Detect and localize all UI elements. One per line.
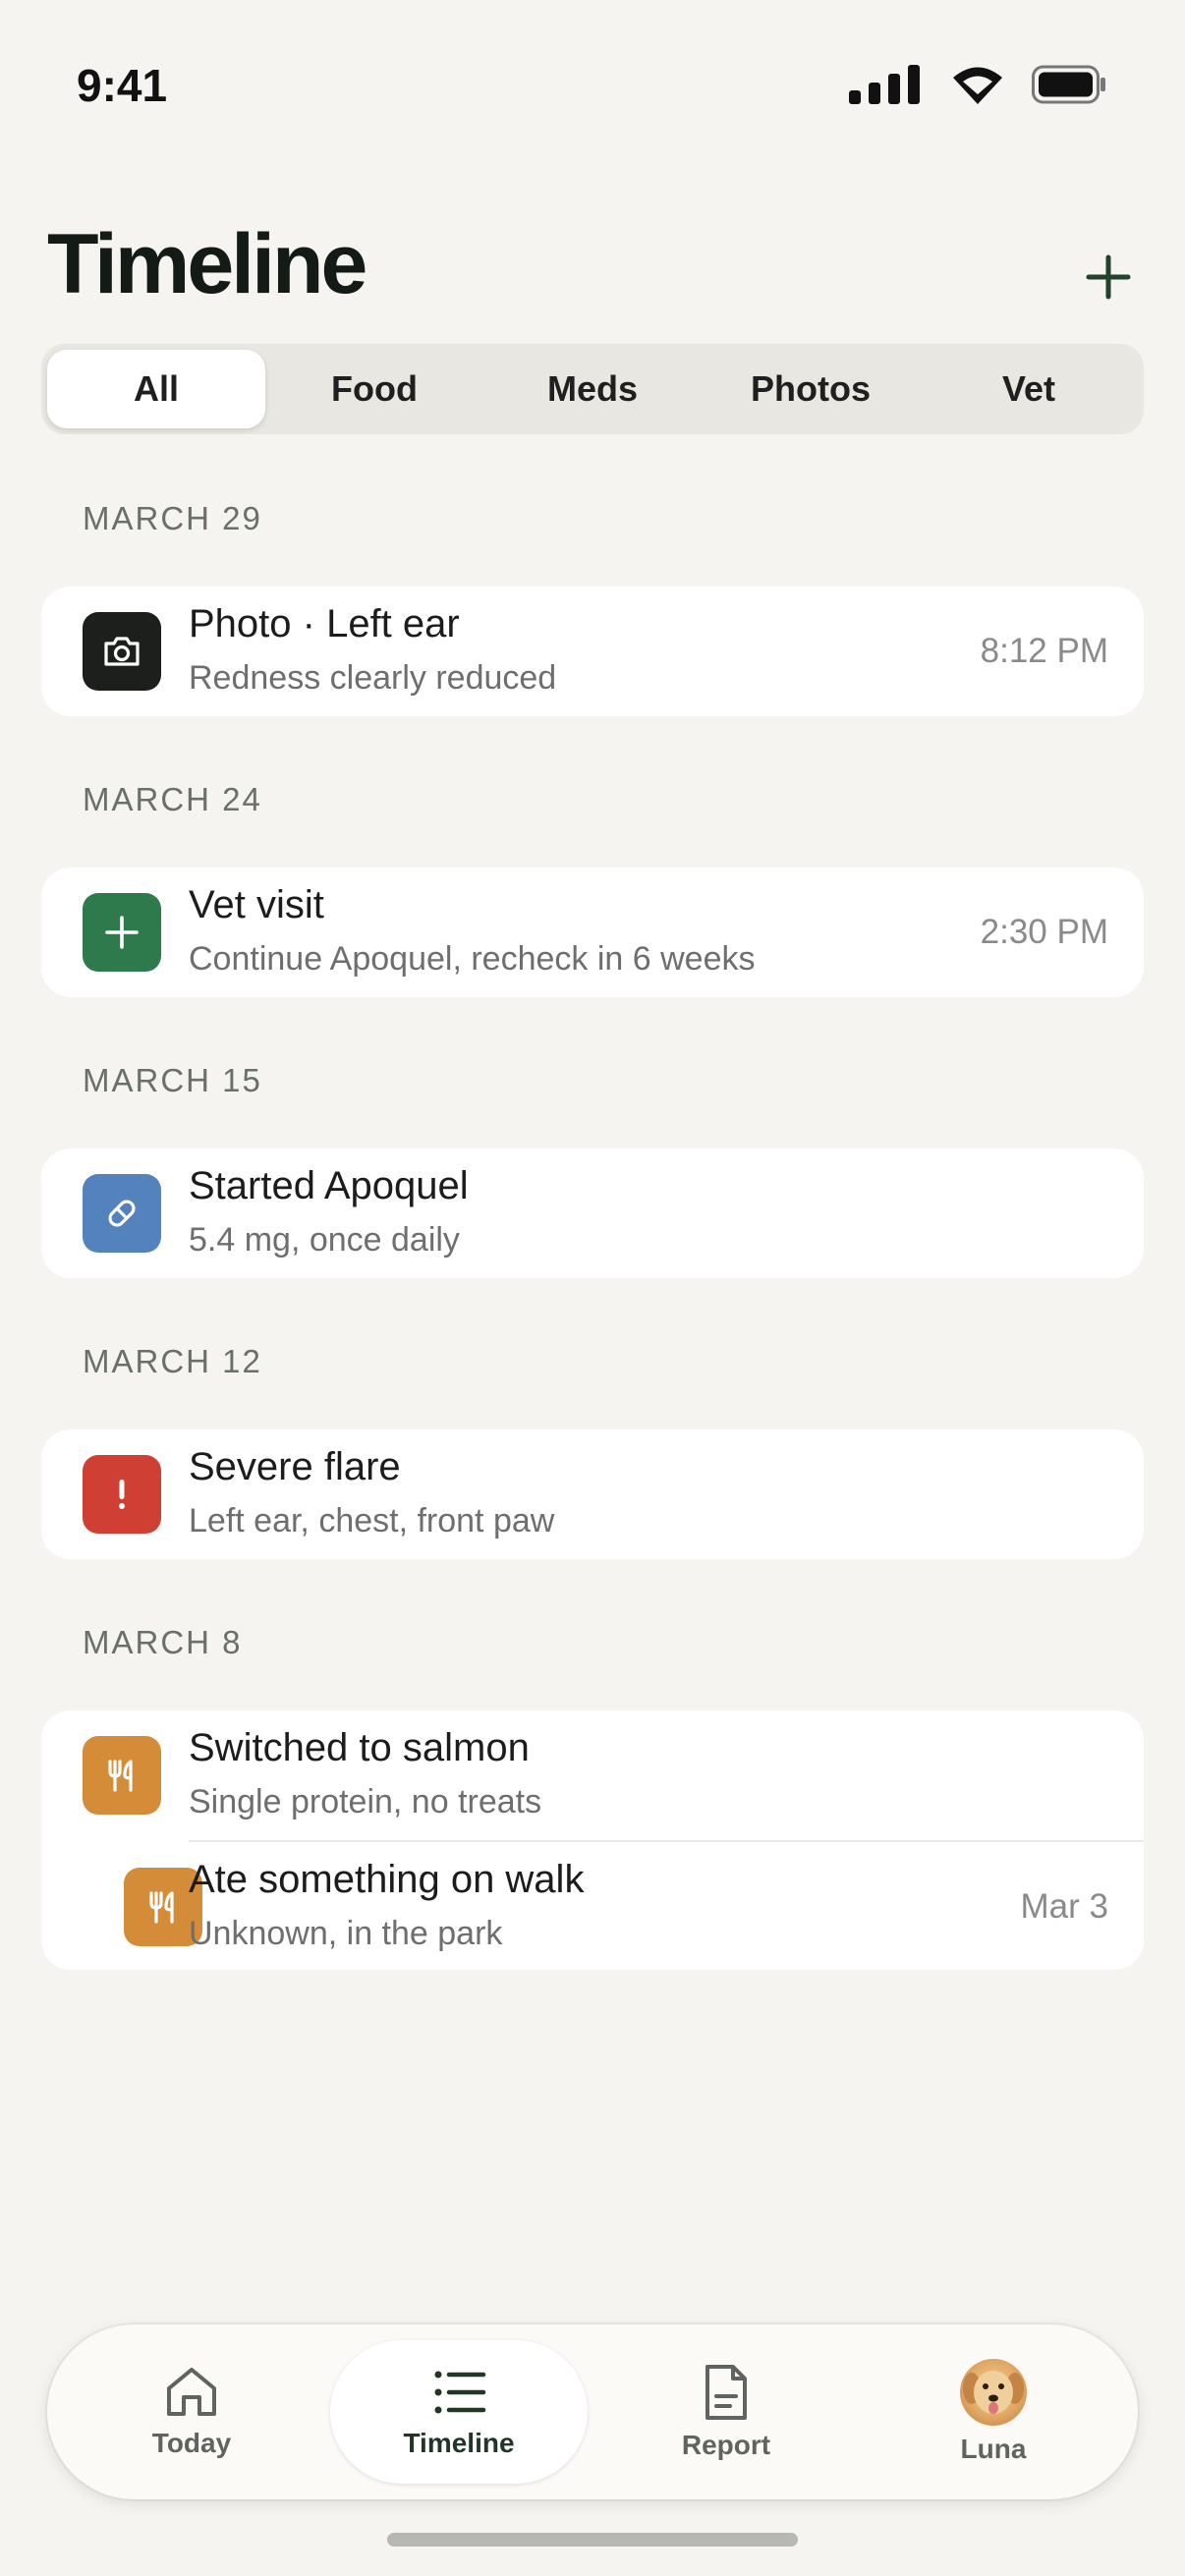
timeline-entry[interactable]: Photo · Left ear Redness clearly reduced… <box>41 587 1144 716</box>
alert-icon <box>119 1480 125 1509</box>
timeline-card: Severe flare Left ear, chest, front paw <box>41 1429 1144 1559</box>
tab-bar: Today Timeline Report Luna <box>47 2324 1138 2499</box>
fork-knife-icon <box>108 1760 133 1792</box>
tab-today[interactable]: Today <box>63 2324 320 2499</box>
entry-subtitle: 5.4 mg, once daily <box>189 1221 460 1259</box>
home-indicator <box>387 2533 798 2547</box>
filter-photos[interactable]: Photos <box>702 350 920 428</box>
pill-icon <box>108 1200 136 1227</box>
entry-time: 2:30 PM <box>980 913 1108 951</box>
entry-subtitle: Redness clearly reduced <box>189 659 557 697</box>
entry-title: Ate something on walk <box>189 1858 585 1901</box>
filter-food[interactable]: Food <box>265 350 483 428</box>
home-icon <box>167 2368 216 2416</box>
filter-meds[interactable]: Meds <box>483 350 702 428</box>
entry-subtitle: Left ear, chest, front paw <box>189 1502 555 1540</box>
timeline-entry[interactable]: Ate something on walk Unknown, in the pa… <box>124 1840 1144 1970</box>
tab-label: Today <box>151 2428 232 2458</box>
avatar <box>960 2359 1027 2426</box>
entry-title: Vet visit <box>189 883 324 926</box>
document-icon <box>705 2365 747 2420</box>
entry-subtitle: Unknown, in the park <box>189 1915 503 1952</box>
dog-face-icon <box>963 2371 1024 2414</box>
tab-label: Luna <box>960 2434 1027 2464</box>
timeline-entry[interactable]: Started Apoquel 5.4 mg, once daily <box>41 1148 1144 1278</box>
entry-title: Photo · Left ear <box>189 602 460 645</box>
entry-title: Started Apoquel <box>189 1164 469 1207</box>
filter-all[interactable]: All <box>47 350 265 428</box>
timeline-entry[interactable]: Vet visit Continue Apoquel, recheck in 6… <box>41 868 1144 997</box>
status-bar: 9:41 <box>0 0 1185 177</box>
signal-icon <box>849 65 920 104</box>
entry-icon-box <box>83 612 161 691</box>
section-date: MARCH 24 <box>83 781 262 817</box>
battery-icon <box>1032 65 1105 104</box>
entry-icon-box <box>83 893 161 972</box>
section-date: MARCH 15 <box>83 1062 262 1098</box>
entry-icon-box <box>83 1455 161 1534</box>
add-entry-button[interactable] <box>1079 248 1138 307</box>
entry-time: 8:12 PM <box>980 632 1108 670</box>
header: Timeline <box>47 216 1138 324</box>
tab-report[interactable]: Report <box>597 2324 855 2499</box>
entry-title: Switched to salmon <box>189 1726 530 1769</box>
filter-segmented-control: All Food Meds Photos Vet <box>41 344 1144 434</box>
camera-icon <box>104 637 140 666</box>
status-time: 9:41 <box>77 60 168 111</box>
timeline-entry[interactable]: Switched to salmon Single protein, no tr… <box>41 1710 1144 1840</box>
section-date: MARCH 12 <box>83 1343 262 1379</box>
entry-subtitle: Continue Apoquel, recheck in 6 weeks <box>189 940 756 978</box>
list-icon <box>434 2371 486 2414</box>
entry-icon-box <box>83 1736 161 1815</box>
timeline-card: Photo · Left ear Redness clearly reduced… <box>41 587 1144 716</box>
plus-icon <box>1086 254 1131 300</box>
status-icons <box>849 65 1106 104</box>
tab-profile-luna[interactable]: Luna <box>865 2324 1122 2499</box>
section-date: MARCH 29 <box>83 500 262 536</box>
timeline-card: Started Apoquel 5.4 mg, once daily <box>41 1148 1144 1278</box>
wifi-icon <box>953 67 1002 104</box>
filter-vet[interactable]: Vet <box>920 350 1138 428</box>
tab-label: Timeline <box>403 2428 515 2458</box>
timeline-card: Switched to salmon Single protein, no tr… <box>41 1710 1144 1970</box>
entry-subtitle: Single protein, no treats <box>189 1783 542 1820</box>
entry-title: Severe flare <box>189 1445 401 1488</box>
page-title: Timeline <box>47 217 367 311</box>
tab-timeline[interactable]: Timeline <box>330 2340 588 2484</box>
section-date: MARCH 8 <box>83 1624 243 1660</box>
fork-knife-icon <box>149 1891 174 1924</box>
entry-icon-box <box>83 1174 161 1253</box>
tab-label: Report <box>681 2430 771 2460</box>
timeline-entry[interactable]: Severe flare Left ear, chest, front paw <box>41 1429 1144 1559</box>
entry-time: Mar 3 <box>1020 1887 1108 1926</box>
timeline-card: Vet visit Continue Apoquel, recheck in 6… <box>41 868 1144 997</box>
plus-icon <box>105 916 139 949</box>
